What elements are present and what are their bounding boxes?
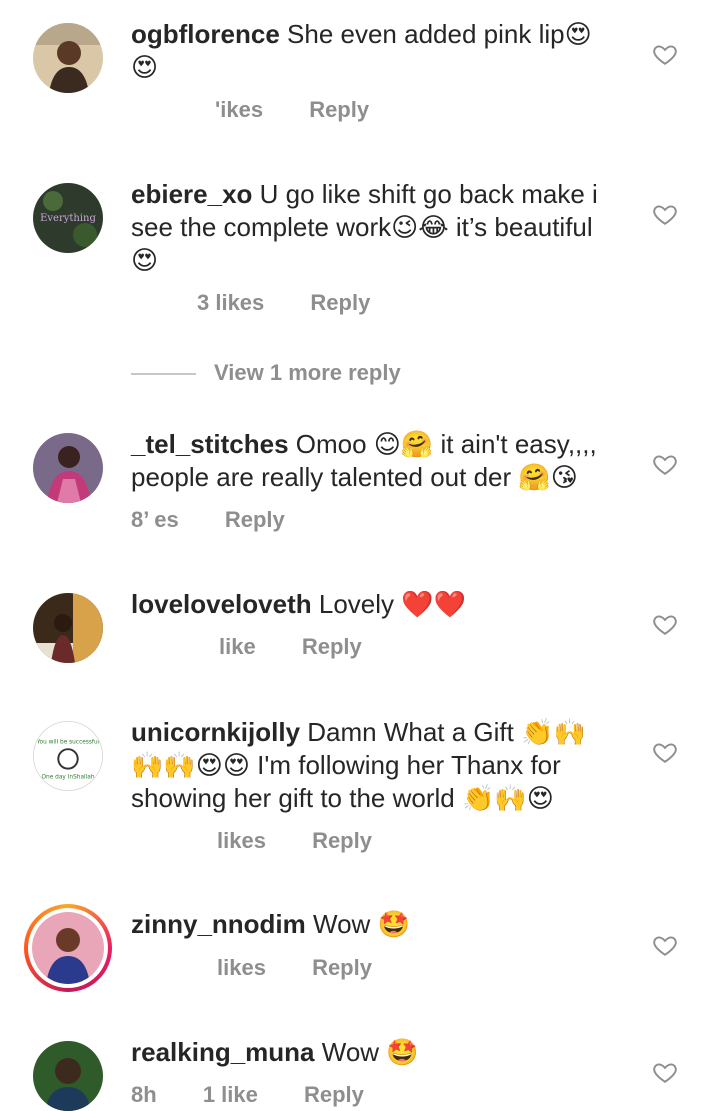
svg-text:Everything: Everything bbox=[40, 213, 96, 224]
reply-button[interactable]: Reply bbox=[225, 507, 285, 533]
svg-text:You will be successful: You will be successful bbox=[36, 739, 100, 745]
comment-meta: 8’ es Reply bbox=[131, 507, 285, 533]
avatar[interactable]: Everything bbox=[33, 183, 103, 253]
username-link[interactable]: loveloveloveth bbox=[131, 589, 312, 619]
avatar-story-ring[interactable] bbox=[24, 904, 112, 992]
comment-meta: like Reply bbox=[131, 634, 362, 660]
comment-meta: likes Reply bbox=[131, 955, 372, 981]
likes-count[interactable]: likes bbox=[217, 828, 266, 854]
avatar[interactable]: You will be successful One day InShallah bbox=[33, 721, 103, 791]
reply-button[interactable]: Reply bbox=[304, 1082, 364, 1108]
comment-text: loveloveloveth Lovely ❤️❤️ bbox=[131, 588, 621, 621]
avatar bbox=[32, 912, 104, 984]
reply-button[interactable]: Reply bbox=[310, 290, 370, 316]
username-link[interactable]: zinny_nnodim bbox=[131, 909, 306, 939]
heart-icon[interactable] bbox=[652, 451, 678, 477]
comment-body: Lovely ❤️❤️ bbox=[318, 589, 466, 619]
heart-icon[interactable] bbox=[652, 201, 678, 227]
likes-count[interactable]: 8’ es bbox=[131, 507, 179, 533]
reply-button[interactable]: Reply bbox=[302, 634, 362, 660]
comment-text: zinny_nnodim Wow 🤩 bbox=[131, 908, 621, 941]
comment-body: Wow 🤩 bbox=[321, 1037, 419, 1067]
comment-text: unicornkijolly Damn What a Gift 👏🙌 🙌🙌😍😍 … bbox=[131, 716, 621, 815]
username-link[interactable]: ebiere_xo bbox=[131, 179, 252, 209]
heart-icon[interactable] bbox=[652, 1059, 678, 1085]
comment-text: realking_muna Wow 🤩 bbox=[131, 1036, 621, 1069]
reply-button[interactable]: Reply bbox=[312, 828, 372, 854]
reply-button[interactable]: Reply bbox=[312, 955, 372, 981]
avatar[interactable] bbox=[33, 23, 103, 93]
heart-icon[interactable] bbox=[652, 41, 678, 67]
username-link[interactable]: ogbflorence bbox=[131, 19, 280, 49]
avatar[interactable] bbox=[33, 1041, 103, 1111]
comment-text: _tel_stitches Omoo 😊🤗 it ain't easy,,,, … bbox=[131, 428, 621, 494]
username-link[interactable]: _tel_stitches bbox=[131, 429, 289, 459]
comment-body: Wow 🤩 bbox=[313, 909, 410, 939]
avatar[interactable] bbox=[33, 433, 103, 503]
comment-meta: ʹikes Reply bbox=[131, 97, 369, 123]
likes-count[interactable]: 1 like bbox=[203, 1082, 258, 1108]
svg-text:One day InShallah: One day InShallah bbox=[41, 774, 94, 780]
comment-meta: likes Reply bbox=[131, 828, 372, 854]
likes-count[interactable]: ʹikes bbox=[215, 97, 263, 123]
username-link[interactable]: unicornkijolly bbox=[131, 717, 300, 747]
likes-count[interactable]: like bbox=[219, 634, 256, 660]
likes-count[interactable]: 3 likes bbox=[197, 290, 264, 316]
comment-meta: 8h 1 like Reply bbox=[131, 1082, 364, 1108]
view-more-label: View 1 more reply bbox=[214, 360, 401, 385]
timestamp: 8h bbox=[131, 1082, 157, 1107]
divider-line bbox=[131, 373, 196, 376]
heart-icon[interactable] bbox=[652, 932, 678, 958]
reply-button[interactable]: Reply bbox=[309, 97, 369, 123]
likes-count[interactable]: likes bbox=[217, 955, 266, 981]
comment-text: ogbflorence She even added pink lip😍 😍 bbox=[131, 18, 621, 84]
view-more-replies[interactable]: View 1 more reply bbox=[131, 360, 401, 386]
heart-icon[interactable] bbox=[652, 611, 678, 637]
heart-icon[interactable] bbox=[652, 739, 678, 765]
comment-meta: 3 likes Reply bbox=[131, 290, 370, 316]
comment-text: ebiere_xo U go like shift go back make i… bbox=[131, 178, 621, 277]
avatar[interactable] bbox=[33, 593, 103, 663]
username-link[interactable]: realking_muna bbox=[131, 1037, 315, 1067]
